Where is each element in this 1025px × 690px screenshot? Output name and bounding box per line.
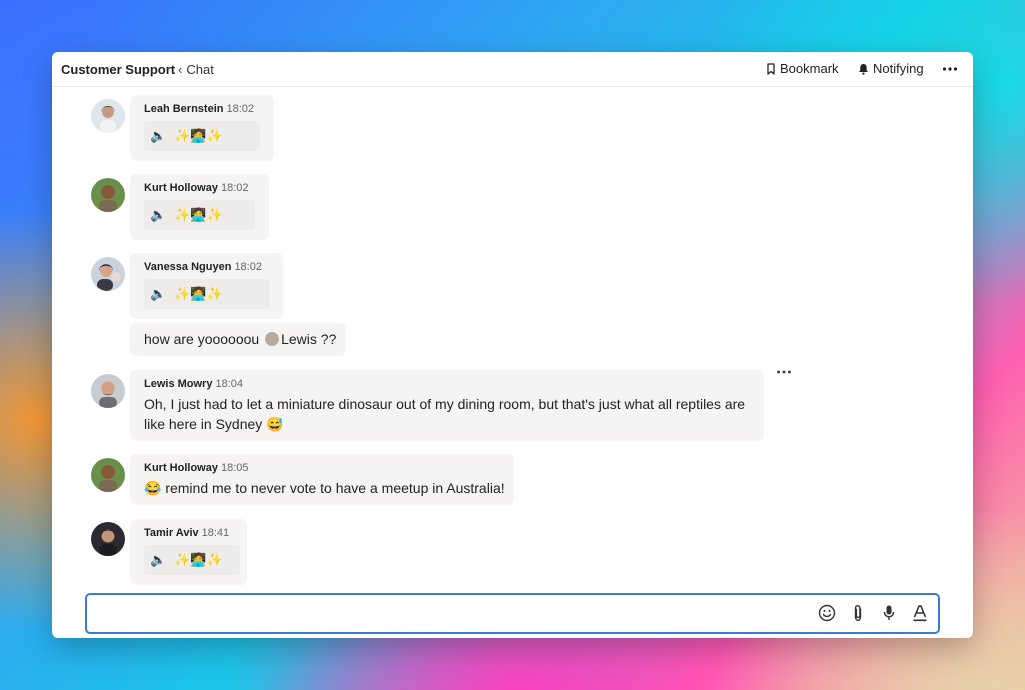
more-icon	[942, 67, 958, 71]
chat-window: Customer Support ‹ Chat Bookmark Notifyin…	[52, 52, 973, 638]
message-text-part: how are yoooooou	[144, 331, 260, 347]
message-time: 18:41	[201, 527, 230, 539]
message-text: like here in Sydney 😅	[144, 416, 284, 432]
message-composer[interactable]	[85, 593, 940, 634]
author-name[interactable]: Tamir Aviv	[144, 527, 199, 539]
audio-content: ✨🧑‍💻✨	[174, 128, 223, 143]
message-text-part: ??	[320, 331, 337, 347]
bookmark-icon	[767, 62, 775, 75]
breadcrumb-label: Chat	[186, 62, 214, 77]
avatar[interactable]	[91, 458, 125, 492]
avatar[interactable]	[91, 522, 125, 556]
author-name[interactable]: Kurt Holloway	[144, 462, 218, 474]
message-bubble[interactable]: Leah Bernstein 18:02 🔈 ✨🧑‍💻✨	[130, 95, 274, 161]
speaker-icon[interactable]: 🔈	[150, 128, 166, 144]
message-bubble[interactable]: Kurt Holloway 18:05 😂 remind me to never …	[130, 454, 514, 505]
bookmark-label: Bookmark	[780, 61, 839, 76]
more-icon	[777, 370, 791, 374]
message-author: Leah Bernstein 18:02	[144, 103, 254, 115]
avatar[interactable]	[91, 257, 125, 291]
author-name[interactable]: Vanessa Nguyen	[144, 261, 231, 273]
mention-avatar	[265, 332, 280, 346]
bookmark-button[interactable]: Bookmark	[766, 61, 839, 76]
avatar[interactable]	[91, 178, 125, 212]
notify-label: Notifying	[873, 61, 924, 76]
audio-content: ✨🧑‍💻✨	[174, 552, 223, 567]
message-bubble[interactable]: Kurt Holloway 18:02 🔈 ✨🧑‍💻✨	[130, 174, 269, 240]
message-text: 😂 remind me to never vote to have a meet…	[144, 480, 505, 496]
more-options-button[interactable]	[942, 62, 958, 76]
author-name[interactable]: Lewis Mowry	[144, 378, 212, 390]
mention[interactable]: Lewis	[281, 331, 317, 347]
microphone-icon[interactable]	[879, 603, 899, 623]
audio-message[interactable]: 🔈 ✨🧑‍💻✨	[144, 279, 270, 309]
audio-message[interactable]: 🔈 ✨🧑‍💻✨	[144, 545, 240, 575]
avatar[interactable]	[91, 99, 125, 133]
message-bubble[interactable]: Tamir Aviv 18:41 🔈 ✨🧑‍💻✨	[130, 519, 247, 585]
audio-message[interactable]: 🔈 ✨🧑‍💻✨	[144, 200, 255, 230]
audio-content: ✨🧑‍💻✨	[174, 207, 223, 222]
message-bubble[interactable]: Lewis Mowry 18:04 Oh, I just had to let a…	[130, 370, 764, 441]
header: Customer Support ‹ Chat Bookmark Notifyin…	[52, 52, 973, 87]
bell-icon	[859, 63, 868, 75]
message-time: 18:02	[234, 261, 262, 273]
message-author: Lewis Mowry 18:04	[144, 378, 243, 390]
message-time: 18:02	[220, 182, 249, 194]
author-name[interactable]: Leah Bernstein	[144, 103, 223, 115]
paperclip-icon[interactable]	[848, 603, 868, 623]
message-bubble[interactable]: Vanessa Nguyen 18:02 🔈 ✨🧑‍💻✨	[130, 253, 283, 319]
channel-title[interactable]: Customer Support	[61, 62, 175, 77]
message-author: Kurt Holloway 18:02	[144, 182, 248, 194]
message-author: Vanessa Nguyen 18:02	[144, 261, 262, 273]
message-author: Tamir Aviv 18:41	[144, 527, 229, 539]
avatar[interactable]	[91, 374, 125, 408]
message-time: 18:04	[215, 378, 243, 390]
author-name[interactable]: Kurt Holloway	[144, 182, 218, 194]
speaker-icon[interactable]: 🔈	[150, 552, 166, 568]
message-time: 18:05	[220, 462, 249, 474]
text-format-icon[interactable]	[910, 603, 930, 623]
smiley-icon[interactable]	[817, 603, 837, 623]
chevron-left-icon: ‹	[178, 62, 183, 77]
message-more-button[interactable]	[776, 365, 792, 384]
breadcrumb[interactable]: ‹ Chat	[178, 62, 214, 77]
message-bubble[interactable]: how are yoooooou Lewis ??	[130, 323, 346, 356]
notify-button[interactable]: Notifying	[858, 61, 924, 76]
audio-message[interactable]: 🔈 ✨🧑‍💻✨	[144, 121, 260, 151]
audio-content: ✨🧑‍💻✨	[174, 286, 223, 301]
speaker-icon[interactable]: 🔈	[150, 286, 166, 302]
message-text: Oh, I just had to let a miniature dinosa…	[144, 396, 746, 412]
message-time: 18:02	[226, 103, 254, 115]
message-text: how are yoooooou Lewis ??	[144, 329, 336, 349]
speaker-icon[interactable]: 🔈	[150, 207, 166, 223]
message-author: Kurt Holloway 18:05	[144, 462, 248, 474]
